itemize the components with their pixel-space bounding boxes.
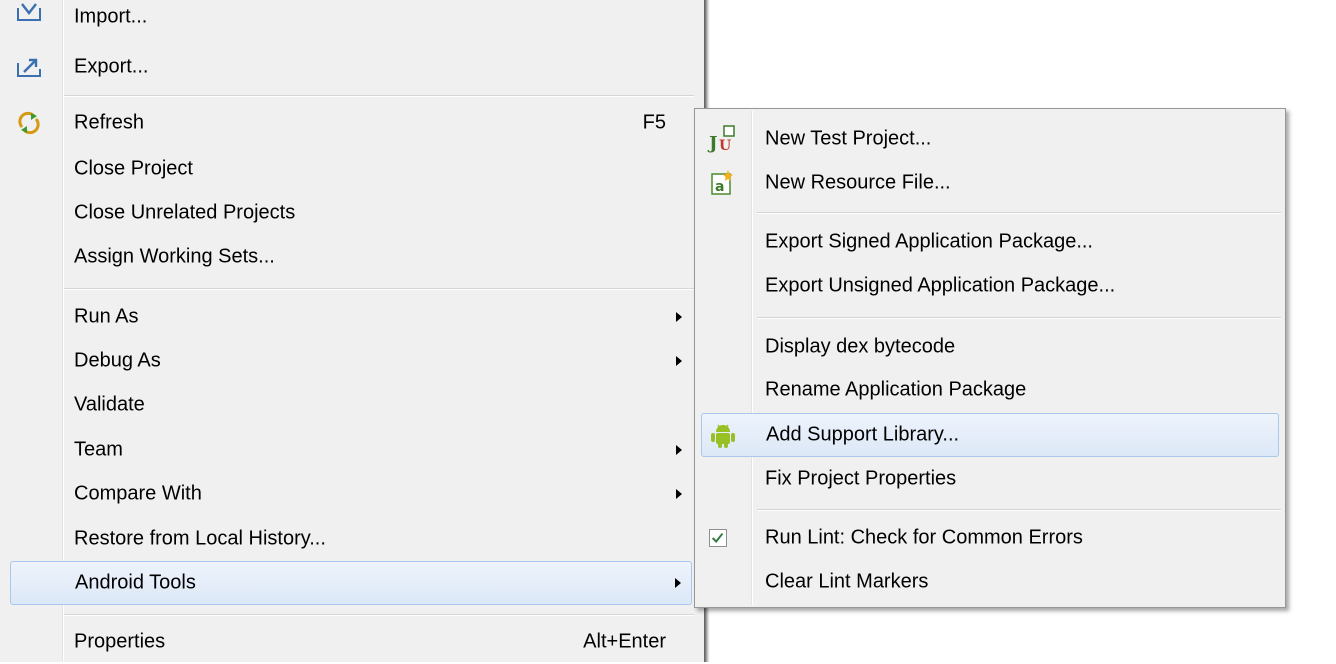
menu-item-label: Assign Working Sets...: [74, 245, 275, 268]
submenu-item-display-dex-bytecode[interactable]: Display dex bytecode: [701, 325, 1279, 369]
menu-item-run-as[interactable]: Run As: [10, 295, 692, 339]
menu-item-label: New Resource File...: [765, 171, 951, 194]
menu-item-properties[interactable]: Properties Alt+Enter: [10, 620, 692, 664]
submenu-item-new-resource-file[interactable]: a New Resource File...: [701, 161, 1279, 205]
menu-item-assign-working-sets[interactable]: Assign Working Sets...: [10, 235, 692, 279]
menu-separator: [64, 614, 694, 616]
menu-item-label: Team: [74, 438, 123, 461]
menu-item-label: Android Tools: [75, 571, 196, 594]
menu-separator: [64, 288, 694, 290]
svg-text:J: J: [707, 133, 718, 154]
menu-item-label: Import...: [74, 5, 148, 28]
menu-item-label: Debug As: [74, 349, 161, 372]
menu-item-close-project[interactable]: Close Project: [10, 147, 692, 191]
menu-separator: [757, 509, 1281, 511]
submenu-item-rename-application-package[interactable]: Rename Application Package: [701, 368, 1279, 412]
menu-item-validate[interactable]: Validate: [10, 383, 692, 427]
menu-item-label: Export Signed Application Package...: [765, 230, 1093, 253]
submenu-arrow-icon: [676, 445, 682, 455]
shortcut-text: F5: [642, 111, 666, 134]
menu-separator: [757, 317, 1281, 319]
menu-item-label: New Test Project...: [765, 127, 932, 150]
menu-item-label: Restore from Local History...: [74, 527, 326, 550]
submenu-item-clear-lint-markers[interactable]: Clear Lint Markers: [701, 560, 1279, 604]
checkbox-checked-icon: [709, 529, 727, 547]
context-menu: Import... Export... Refresh F5 Close Pro…: [0, 0, 710, 664]
submenu-arrow-icon: [676, 356, 682, 366]
menu-item-label: Fix Project Properties: [765, 467, 957, 490]
submenu-item-export-unsigned-application-package[interactable]: Export Unsigned Application Package...: [701, 264, 1279, 308]
menu-item-restore-from-local-history[interactable]: Restore from Local History...: [10, 517, 692, 561]
menu-separator: [757, 212, 1281, 214]
submenu-arrow-icon: [676, 312, 682, 322]
submenu-arrow-icon: [675, 578, 681, 588]
menu-item-label: Run As: [74, 305, 139, 328]
menu-item-android-tools[interactable]: Android Tools: [10, 561, 692, 605]
menu-item-refresh[interactable]: Refresh F5: [10, 101, 692, 145]
svg-text:U: U: [719, 138, 731, 154]
menu-item-label: Close Unrelated Projects: [74, 201, 296, 224]
submenu-arrow-icon: [676, 489, 682, 499]
shortcut-text: Alt+Enter: [583, 630, 666, 653]
menu-item-label: Run Lint: Check for Common Errors: [765, 526, 1083, 549]
menu-item-label: Add Support Library...: [766, 423, 960, 446]
android-resource-file-icon: a: [711, 170, 733, 195]
menu-item-label: Compare With: [74, 482, 202, 505]
menu-item-import[interactable]: Import...: [10, 0, 692, 34]
refresh-icon: [18, 111, 40, 135]
junit-test-project-icon: J U: [707, 125, 735, 154]
menu-item-team[interactable]: Team: [10, 428, 692, 472]
svg-text:a: a: [715, 179, 724, 195]
submenu-item-export-signed-application-package[interactable]: Export Signed Application Package...: [701, 220, 1279, 264]
menu-item-label: Properties: [74, 630, 166, 653]
menu-item-label: Rename Application Package: [765, 378, 1027, 401]
android-tools-submenu: J U New Test Project... a New Resource F…: [694, 108, 1286, 608]
submenu-item-new-test-project[interactable]: J U New Test Project...: [701, 117, 1279, 161]
menu-item-compare-with[interactable]: Compare With: [10, 472, 692, 516]
submenu-item-add-support-library[interactable]: Add Support Library...: [701, 413, 1279, 457]
menu-item-label: Export Unsigned Application Package...: [765, 274, 1116, 297]
android-robot-icon: [711, 424, 735, 448]
menu-item-label: Close Project: [74, 157, 193, 180]
menu-separator: [64, 95, 694, 97]
submenu-item-fix-project-properties[interactable]: Fix Project Properties: [701, 457, 1279, 501]
menu-item-label: Clear Lint Markers: [765, 570, 929, 593]
menu-item-label: Export...: [74, 55, 149, 78]
import-icon: [17, 3, 41, 21]
menu-item-debug-as[interactable]: Debug As: [10, 339, 692, 383]
export-icon: [17, 58, 41, 77]
menu-item-export[interactable]: Export...: [10, 45, 692, 89]
menu-item-label: Display dex bytecode: [765, 335, 956, 358]
submenu-item-run-lint[interactable]: Run Lint: Check for Common Errors: [701, 516, 1279, 560]
menu-item-label: Refresh: [74, 111, 145, 134]
menu-item-label: Validate: [74, 393, 145, 416]
menu-item-close-unrelated-projects[interactable]: Close Unrelated Projects: [10, 191, 692, 235]
